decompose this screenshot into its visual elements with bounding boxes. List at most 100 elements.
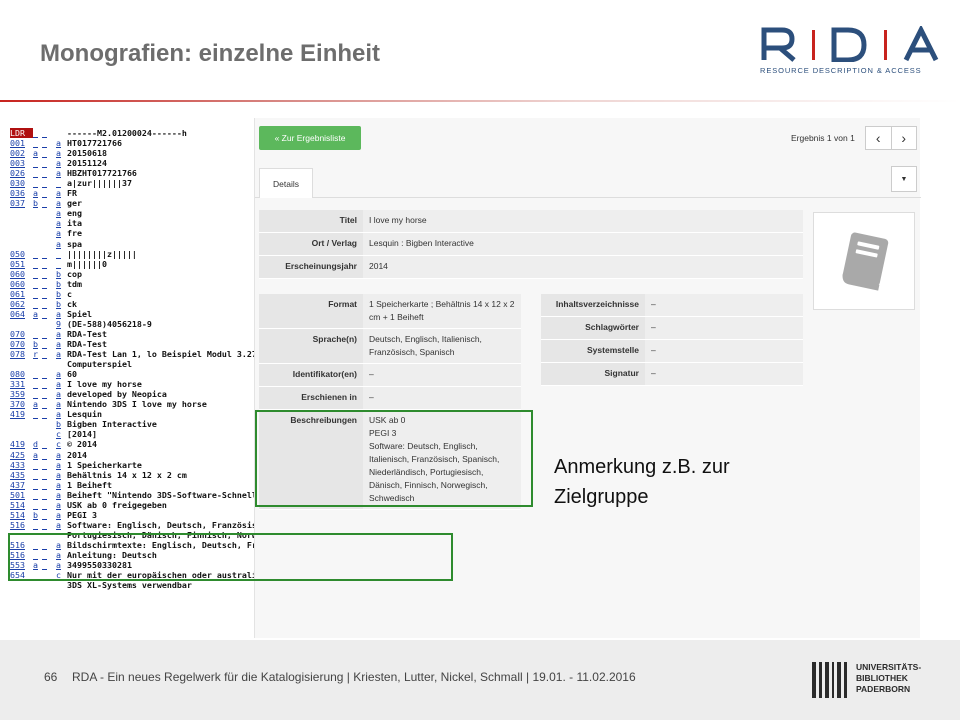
marc-indicators	[33, 580, 56, 590]
marc-value: 3DS XL-Systems verwendbar	[67, 580, 192, 591]
marc-row: 030 _ _ _ a|zur||||||37	[10, 178, 254, 188]
marc-row: 435 _ _ a Behältnis 14 x 12 x 2 cm	[10, 470, 254, 480]
marc-indicator-2: _	[42, 489, 47, 500]
marc-tag-link[interactable]: 078	[10, 349, 33, 359]
marc-indicator-2: _	[42, 379, 47, 390]
detail-value: –	[645, 294, 803, 316]
main-details-table: Titel I love my horse Ort / Verlag Lesquin …	[259, 210, 803, 279]
marc-tag-link[interactable]: 437	[10, 480, 33, 490]
marc-tag-link[interactable]: 070	[10, 339, 33, 349]
marc-tag-link[interactable]: 050	[10, 249, 33, 259]
marc-indicator-2: _	[42, 509, 47, 520]
marc-value: 20150618	[67, 148, 107, 159]
marc-subfield: a	[56, 379, 61, 390]
marc-tag-link[interactable]: 514	[10, 500, 33, 510]
footer: 66 RDA - Ein neues Regelwerk für die Kat…	[0, 640, 960, 720]
tab-details[interactable]: Details	[259, 168, 313, 198]
marc-tag-link[interactable]: 433	[10, 460, 33, 470]
marc-subfield	[56, 580, 67, 590]
result-navigation: ‹ ›	[865, 126, 917, 150]
marc-row: a fre	[10, 228, 254, 238]
marc-tag-link[interactable]: 003	[10, 158, 33, 168]
marc-indicator-2: _	[42, 479, 47, 490]
marc-value: I love my horse	[67, 379, 142, 390]
marc-indicator-2: _	[42, 499, 47, 510]
marc-tag-link[interactable]: LDR	[10, 128, 33, 139]
marc-indicator-2: _	[42, 198, 47, 209]
marc-tag-link[interactable]: 051	[10, 259, 33, 269]
marc-tag-link[interactable]: 001	[10, 138, 33, 148]
caret-down-icon[interactable]: ▼	[891, 166, 917, 192]
marc-tag-link[interactable]: 061	[10, 289, 33, 299]
marc-row: a spa	[10, 239, 254, 249]
marc-tag-link[interactable]: 064	[10, 309, 33, 319]
marc-indicator-2: _	[42, 138, 47, 149]
marc-tag-link[interactable]: 060	[10, 279, 33, 289]
marc-indicators: _ _	[33, 379, 56, 389]
marc-indicators	[33, 419, 56, 429]
marc-tag-link[interactable]: 435	[10, 470, 33, 480]
marc-tag-link	[10, 239, 33, 249]
marc-tag-link[interactable]: 419	[10, 409, 33, 419]
chevron-right-icon[interactable]: ›	[892, 127, 917, 149]
marc-tag-link[interactable]: 080	[10, 369, 33, 379]
marc-indicators	[33, 218, 56, 228]
marc-tag-link[interactable]: 026	[10, 168, 33, 178]
marc-tag-link[interactable]: 331	[10, 379, 33, 389]
detail-value: 1 Speicherkarte ; Behältnis 14 x 12 x 2 …	[363, 294, 521, 328]
detail-label: Format	[259, 294, 363, 328]
marc-tag-link[interactable]: 359	[10, 389, 33, 399]
marc-row: 370 a _ a Nintendo 3DS I love my horse	[10, 399, 254, 409]
marc-tag-link[interactable]: 514	[10, 510, 33, 520]
marc-row: 419 _ _ a Lesquin	[10, 409, 254, 419]
detail-value: 2014	[363, 256, 803, 278]
marc-indicator-1: a	[33, 449, 38, 460]
marc-value: RDA-Test	[67, 338, 107, 349]
marc-value: ------M2.01200024------h	[67, 128, 187, 138]
title-divider	[0, 100, 960, 102]
marc-tag-link[interactable]: 516	[10, 520, 33, 530]
marc-tag-link[interactable]: 370	[10, 399, 33, 409]
marc-tag-link[interactable]: 030	[10, 178, 33, 188]
marc-indicator-2: _	[42, 308, 47, 319]
detail-row: Inhaltsverzeichnisse –	[541, 294, 803, 317]
marc-indicator-1: _	[33, 519, 38, 530]
marc-value: 2014	[67, 449, 87, 460]
marc-indicator-1: _	[33, 489, 38, 500]
marc-tag-link[interactable]: 062	[10, 299, 33, 309]
marc-tag-link[interactable]: 070	[10, 329, 33, 339]
marc-value: © 2014	[67, 439, 97, 450]
chevron-left-icon[interactable]: ‹	[866, 127, 892, 149]
result-counter: Ergebnis 1 von 1	[791, 133, 855, 143]
ub-text: UNIVERSITÄTS- BIBLIOTHEK PADERBORN	[856, 662, 921, 695]
marc-tag-link[interactable]: 419	[10, 439, 33, 449]
back-to-results-button[interactable]: « Zur Ergebnisliste	[259, 126, 361, 150]
marc-tag-link[interactable]: 060	[10, 269, 33, 279]
ub-bars-graphic	[812, 662, 847, 698]
marc-row: 060 _ _ b cop	[10, 269, 254, 279]
marc-indicator-1: _	[33, 469, 38, 480]
marc-indicator-1: b	[33, 338, 38, 349]
marc-row: b Bigben Interactive	[10, 419, 254, 429]
marc-subfield: a	[56, 228, 61, 239]
marc-tag-link[interactable]: 036	[10, 188, 33, 198]
marc-subfield: a	[56, 469, 61, 480]
marc-indicator-1: _	[33, 248, 38, 259]
detail-label: Ort / Verlag	[259, 233, 363, 255]
marc-tag-link[interactable]: 425	[10, 450, 33, 460]
marc-row: 501 _ _ a Beiheft "Nintendo 3DS-Software-Sch…	[10, 490, 254, 500]
marc-tag-link[interactable]: 501	[10, 490, 33, 500]
marc-indicators: _ _	[33, 389, 56, 399]
marc-indicator-1: r	[33, 349, 38, 360]
marc-tag-link[interactable]: 002	[10, 148, 33, 158]
detail-label: Systemstelle	[541, 340, 645, 362]
detail-value: Deutsch, Englisch, Italienisch, Französi…	[363, 329, 521, 363]
ub-line-3: PADERBORN	[856, 684, 911, 694]
marc-tag-link[interactable]: 037	[10, 198, 33, 208]
marc-row: 425 a _ a 2014	[10, 450, 254, 460]
marc-value: PEGI 3	[67, 509, 97, 520]
marc-indicators: a _	[33, 450, 56, 460]
detail-value: Lesquin : Bigben Interactive	[363, 233, 803, 255]
marc-value: eng	[67, 208, 82, 219]
marc-indicators: _ _	[33, 128, 56, 138]
